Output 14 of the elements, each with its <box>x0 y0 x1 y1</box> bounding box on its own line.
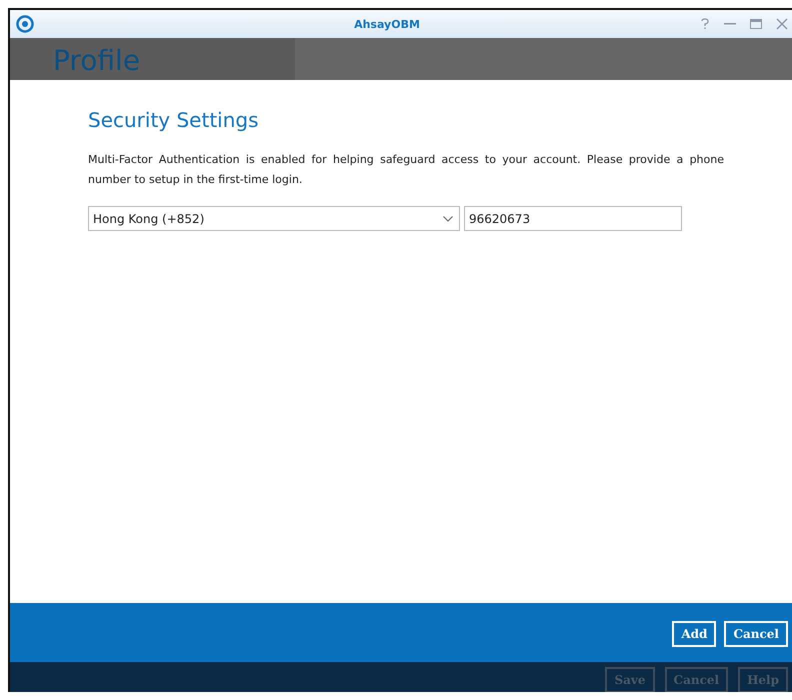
help-icon[interactable] <box>700 18 710 30</box>
country-dropdown[interactable]: Hong Kong (+852) <box>88 206 460 231</box>
action-button[interactable]: Cancel <box>724 621 788 647</box>
page-title: Profile <box>53 44 140 78</box>
app-logo-icon <box>16 15 34 33</box>
description-text: Multi-Factor Authentication is enabled for helping safeguard access to your account. Please provide a phone number to setup in the first-time login. <box>88 152 724 188</box>
maximize-icon[interactable] <box>750 19 762 29</box>
chevron-down-icon <box>443 216 453 222</box>
window-title: AhsayOBM <box>353 18 421 30</box>
phone-field[interactable]: 96620673 <box>464 206 682 231</box>
action-button[interactable]: Add <box>672 621 716 647</box>
section-title: Security Settings <box>88 108 260 132</box>
minimize-icon[interactable] <box>724 23 736 25</box>
close-icon[interactable] <box>776 18 788 30</box>
